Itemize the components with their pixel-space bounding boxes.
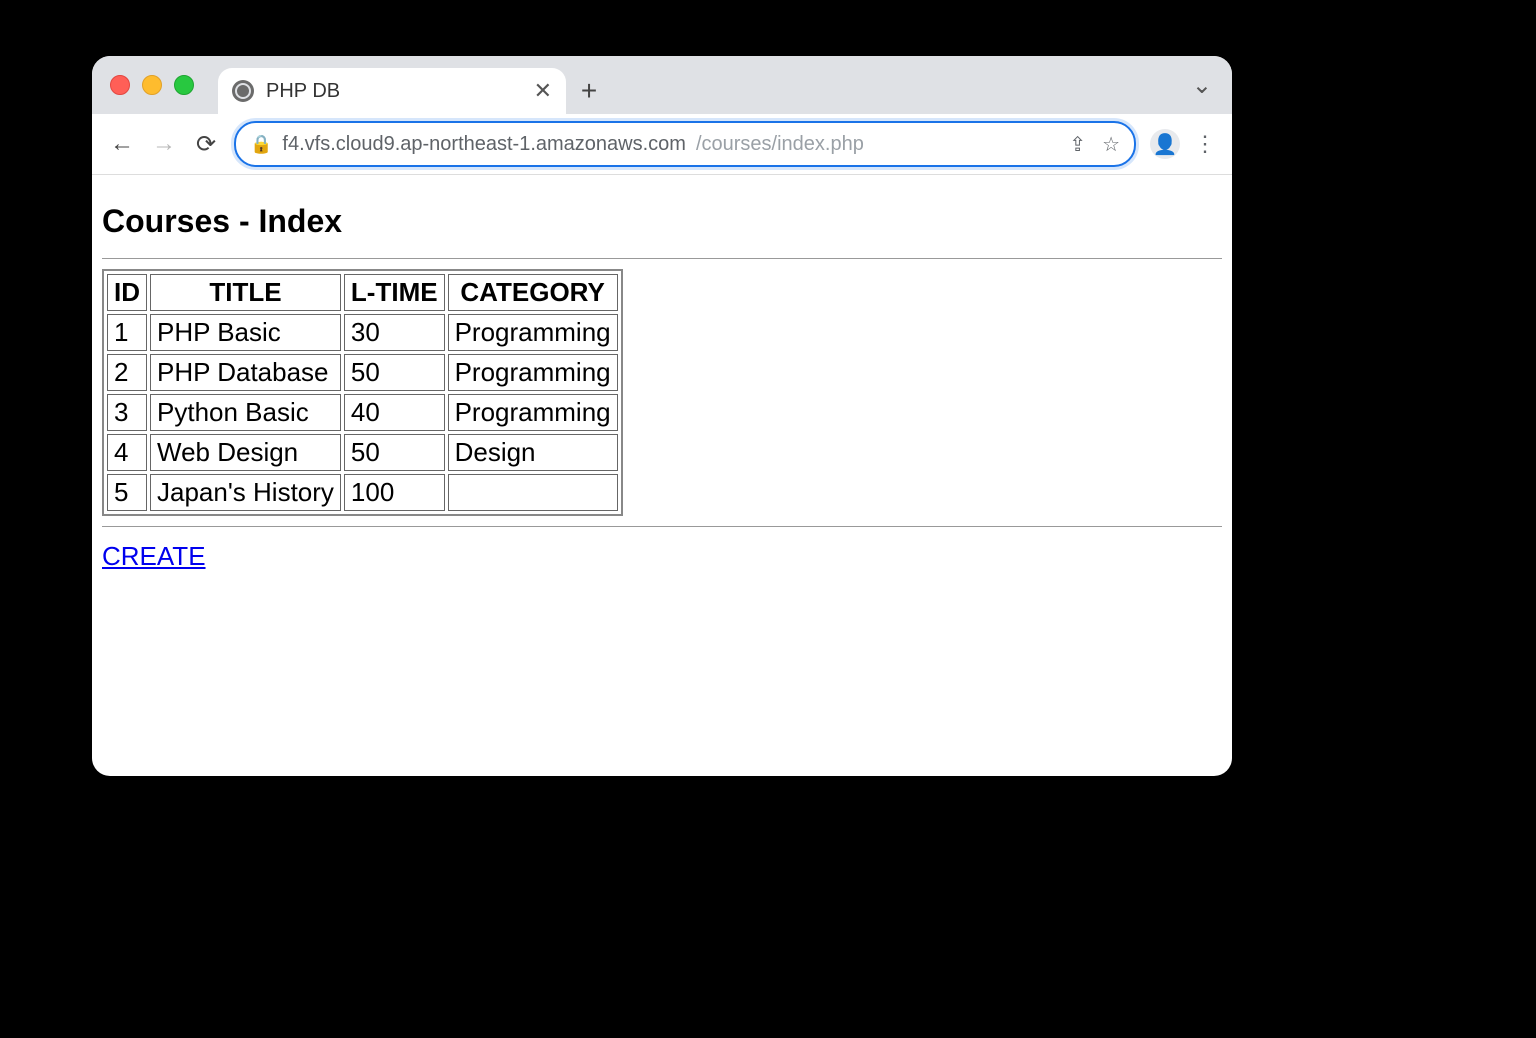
cell-category: Programming — [448, 314, 618, 351]
new-tab-button[interactable]: + — [566, 68, 612, 114]
tab-strip: PHP DB ✕ + ⌄ — [92, 56, 1232, 114]
col-category: CATEGORY — [448, 274, 618, 311]
table-header-row: ID TITLE L-TIME CATEGORY — [107, 274, 618, 311]
back-button[interactable]: ← — [108, 130, 136, 158]
col-ltime: L-TIME — [344, 274, 445, 311]
share-icon[interactable]: ⇪ — [1069, 132, 1086, 157]
browser-tab[interactable]: PHP DB ✕ — [218, 68, 566, 114]
maximize-window-icon[interactable] — [174, 75, 194, 95]
cell-id: 1 — [107, 314, 147, 351]
cell-title: Web Design — [150, 434, 341, 471]
table-row: 2PHP Database50Programming — [107, 354, 618, 391]
cell-category — [448, 474, 618, 511]
cell-id: 5 — [107, 474, 147, 511]
cell-id: 3 — [107, 394, 147, 431]
reload-button[interactable]: ⟳ — [192, 130, 220, 158]
window-controls — [110, 75, 194, 95]
table-row: 5Japan's History100 — [107, 474, 618, 511]
page-viewport: Courses - Index ID TITLE L-TIME CATEGORY… — [92, 175, 1232, 776]
courses-table: ID TITLE L-TIME CATEGORY 1PHP Basic30Pro… — [102, 269, 623, 516]
create-link[interactable]: CREATE — [102, 541, 206, 572]
url-host: f4.vfs.cloud9.ap-northeast-1.amazonaws.c… — [282, 133, 686, 156]
close-tab-icon[interactable]: ✕ — [534, 80, 552, 102]
close-window-icon[interactable] — [110, 75, 130, 95]
tab-title: PHP DB — [266, 80, 340, 103]
cell-ltime: 50 — [344, 434, 445, 471]
lock-icon: 🔒 — [250, 134, 272, 155]
cell-category: Programming — [448, 354, 618, 391]
col-id: ID — [107, 274, 147, 311]
address-bar[interactable]: 🔒 f4.vfs.cloud9.ap-northeast-1.amazonaws… — [234, 121, 1136, 167]
profile-avatar[interactable]: 👤 — [1150, 129, 1180, 159]
cell-ltime: 50 — [344, 354, 445, 391]
globe-icon — [232, 80, 254, 102]
cell-id: 4 — [107, 434, 147, 471]
table-row: 4Web Design50Design — [107, 434, 618, 471]
page-title: Courses - Index — [102, 203, 1222, 240]
url-path: /courses/index.php — [696, 133, 864, 156]
minimize-window-icon[interactable] — [142, 75, 162, 95]
table-row: 1PHP Basic30Programming — [107, 314, 618, 351]
cell-ltime: 30 — [344, 314, 445, 351]
cell-title: Python Basic — [150, 394, 341, 431]
cell-title: PHP Basic — [150, 314, 341, 351]
cell-id: 2 — [107, 354, 147, 391]
forward-button: → — [150, 130, 178, 158]
cell-category: Programming — [448, 394, 618, 431]
divider — [102, 258, 1222, 259]
cell-ltime: 40 — [344, 394, 445, 431]
browser-menu-icon[interactable]: ⋮ — [1194, 131, 1216, 157]
tabs-menu-chevron-icon[interactable]: ⌄ — [1192, 71, 1232, 100]
cell-title: PHP Database — [150, 354, 341, 391]
divider — [102, 526, 1222, 527]
bookmark-star-icon[interactable]: ☆ — [1102, 132, 1120, 157]
toolbar: ← → ⟳ 🔒 f4.vfs.cloud9.ap-northeast-1.ama… — [92, 114, 1232, 175]
col-title: TITLE — [150, 274, 341, 311]
browser-window: PHP DB ✕ + ⌄ ← → ⟳ 🔒 f4.vfs.cloud9.ap-no… — [92, 56, 1232, 776]
cell-ltime: 100 — [344, 474, 445, 511]
cell-title: Japan's History — [150, 474, 341, 511]
table-row: 3Python Basic40Programming — [107, 394, 618, 431]
cell-category: Design — [448, 434, 618, 471]
